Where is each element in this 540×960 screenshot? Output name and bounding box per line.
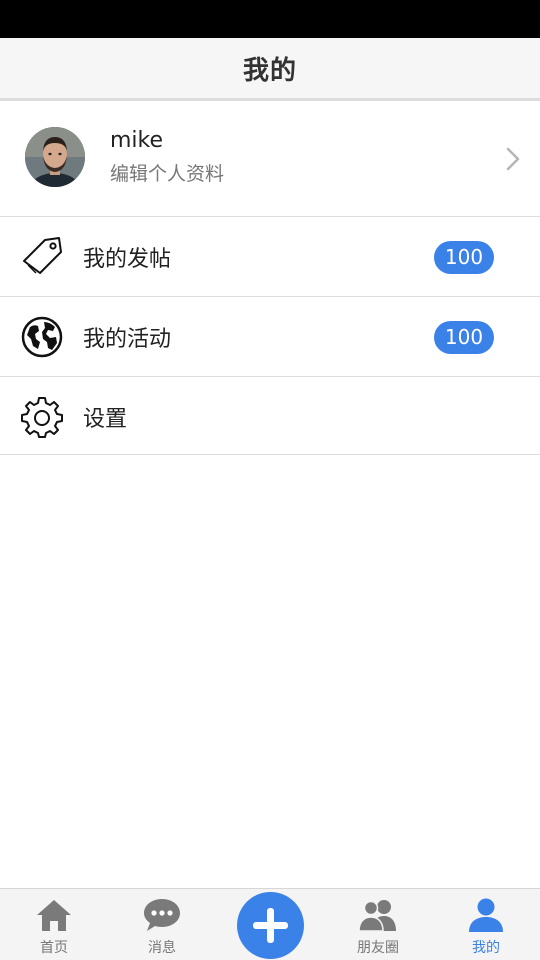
- menu-item-label: 我的活动: [83, 327, 172, 352]
- friends-icon: [358, 900, 396, 932]
- avatar: [25, 127, 85, 187]
- gear-icon: [21, 397, 63, 438]
- count-badge: 100: [434, 241, 494, 274]
- tab-me[interactable]: 我的: [432, 889, 540, 960]
- tab-messages[interactable]: 消息: [108, 889, 216, 960]
- menu-item-my-activities[interactable]: 我的活动 100: [0, 297, 540, 377]
- user-icon: [469, 898, 503, 932]
- tab-friends[interactable]: 朋友圈: [324, 889, 432, 960]
- tab-home[interactable]: 首页: [0, 889, 108, 960]
- nav-bar: 我的: [0, 38, 540, 101]
- page-title: 我的: [242, 55, 297, 86]
- chevron-right-icon: [506, 147, 520, 171]
- menu-item-label: 设置: [83, 407, 128, 432]
- menu-item-my-posts[interactable]: 我的发帖 100: [0, 217, 540, 297]
- home-icon: [37, 900, 71, 931]
- tab-label: 首页: [40, 940, 68, 956]
- globe-icon: [21, 316, 63, 358]
- compose-button[interactable]: [237, 892, 304, 959]
- profile-name: mike: [110, 128, 164, 153]
- menu-item-label: 我的发帖: [83, 247, 172, 272]
- count-badge: 100: [434, 321, 494, 354]
- status-bar: [0, 0, 540, 38]
- tab-label: 朋友圈: [357, 940, 399, 956]
- chat-icon: [144, 899, 180, 931]
- tag-icon: [23, 237, 62, 274]
- edit-profile-link[interactable]: 编辑个人资料: [110, 159, 224, 186]
- tab-label: 我的: [472, 940, 500, 956]
- profile-card[interactable]: mike 编辑个人资料: [0, 101, 540, 217]
- plus-icon: [253, 908, 288, 943]
- menu-item-settings[interactable]: 设置: [0, 377, 540, 455]
- tab-label: 消息: [148, 940, 176, 956]
